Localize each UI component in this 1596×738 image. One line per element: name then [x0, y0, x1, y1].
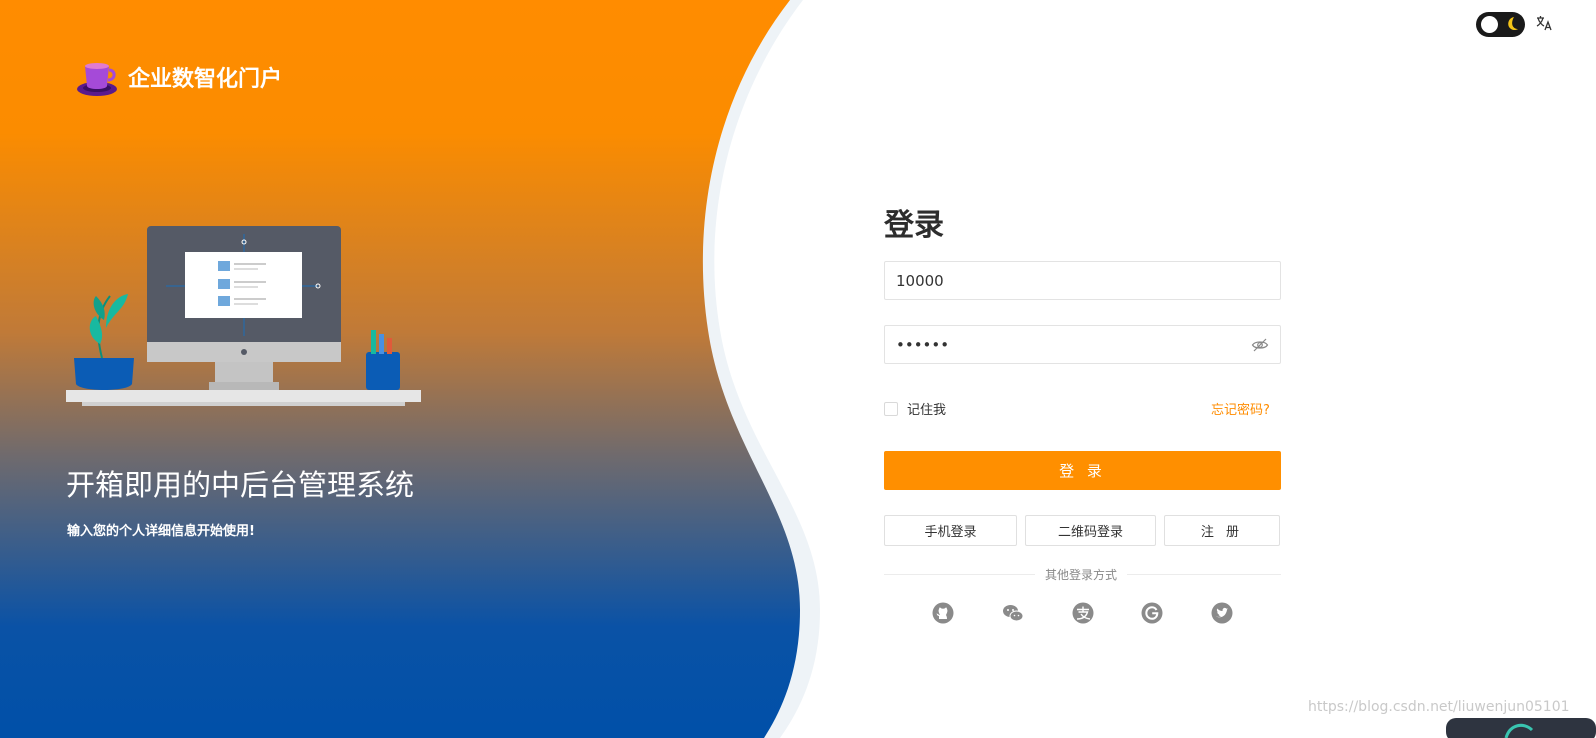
twitter-icon[interactable] — [1211, 602, 1233, 624]
alipay-icon[interactable] — [1072, 602, 1094, 624]
brand-title: 企业数智化门户 — [128, 67, 283, 92]
login-title: 登录 — [884, 208, 944, 243]
qr-login-button[interactable]: 二维码登录 — [1025, 515, 1156, 546]
toggle-knob — [1481, 16, 1498, 33]
wechat-icon[interactable] — [1002, 602, 1024, 624]
phone-login-button[interactable]: 手机登录 — [884, 515, 1017, 546]
dark-mode-toggle[interactable] — [1476, 12, 1525, 37]
username-field[interactable] — [884, 261, 1281, 300]
desk-computer-illustration — [66, 226, 421, 406]
password-input[interactable] — [885, 326, 1236, 363]
brand: 企业数智化门户 — [76, 56, 282, 98]
github-icon[interactable] — [932, 602, 954, 624]
watermark: https://blog.csdn.net/liuwenjun05101 — [1308, 699, 1570, 715]
google-icon[interactable] — [1141, 602, 1163, 624]
password-field[interactable] — [884, 325, 1281, 364]
floating-widget[interactable] — [1446, 716, 1596, 738]
forgot-password-link[interactable]: 忘记密码? — [1211, 399, 1270, 418]
hero-subtitle: 输入您的个人详细信息开始使用! — [67, 524, 255, 539]
hero-title: 开箱即用的中后台管理系统 — [66, 468, 415, 502]
remember-me-label: 记住我 — [907, 403, 947, 418]
eye-off-icon[interactable] — [1251, 336, 1269, 354]
coffee-cup-logo-icon — [77, 63, 117, 96]
moon-icon — [1508, 17, 1518, 31]
translate-icon[interactable] — [1535, 14, 1553, 32]
other-methods-label: 其他登录方式 — [1035, 566, 1128, 583]
register-button[interactable]: 注 册 — [1164, 515, 1280, 546]
remember-me[interactable]: 记住我 — [884, 399, 946, 418]
login-button[interactable]: 登 录 — [884, 451, 1281, 490]
username-input[interactable] — [885, 262, 1236, 299]
remember-me-checkbox[interactable] — [884, 401, 898, 416]
